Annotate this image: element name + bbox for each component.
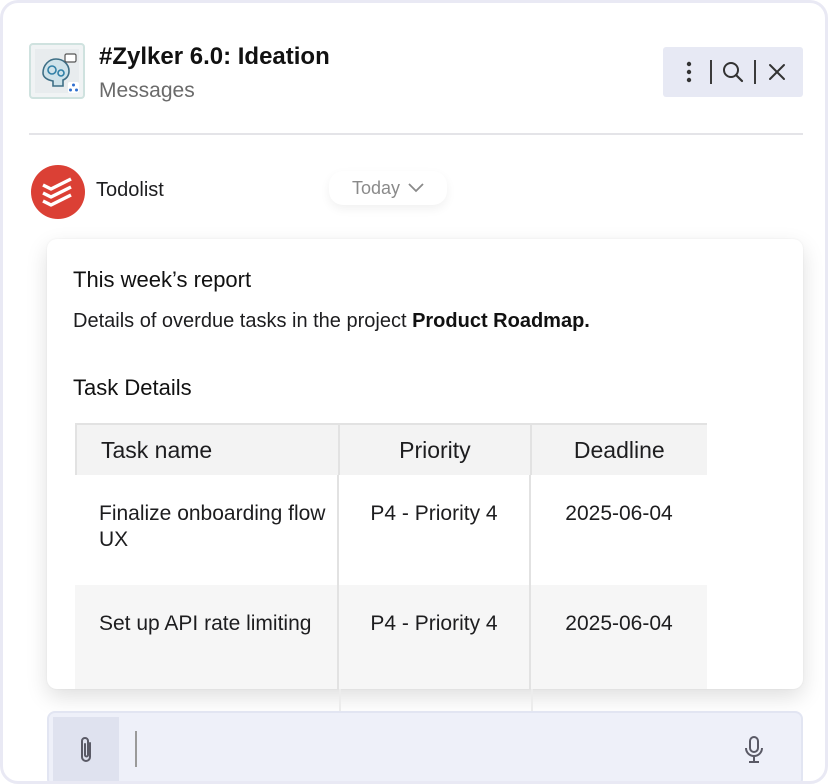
table-column-line: [531, 689, 533, 711]
card-title: This week’s report: [73, 267, 252, 292]
deadline-cell: 2025-06-04: [565, 502, 673, 525]
more-vertical-icon[interactable]: [677, 60, 701, 84]
chat-window: #Zylker 6.0: Ideation Messages Todolist: [0, 0, 828, 784]
header-actions: [663, 47, 803, 97]
header-divider: [29, 133, 803, 135]
header-deadline: Deadline: [573, 437, 665, 463]
channel-subtitle: Messages: [99, 79, 195, 102]
microphone-icon[interactable]: [739, 733, 769, 767]
report-card: This week’s report Details of overdue ta…: [47, 239, 803, 689]
message-input[interactable]: [135, 731, 715, 767]
section-title: Task Details: [73, 375, 192, 400]
chevron-down-icon: [408, 183, 424, 193]
header-priority: Priority: [340, 425, 532, 475]
table-row: Finalize onboarding flow UX P4 - Priorit…: [75, 475, 707, 585]
table-row: Set up API rate limiting P4 - Priority 4…: [75, 585, 707, 689]
action-separator: [754, 60, 756, 84]
card-description-text: Details of overdue tasks in the project: [73, 310, 413, 332]
task-name-cell: Finalize onboarding flow UX: [75, 475, 339, 585]
date-filter-pill[interactable]: Today: [329, 171, 447, 205]
sender-name[interactable]: Todolist: [96, 179, 164, 202]
close-icon[interactable]: [765, 60, 789, 84]
channel-header: #Zylker 6.0: Ideation Messages: [29, 41, 803, 105]
todoist-logo-icon: [42, 177, 72, 207]
priority-cell: P4 - Priority 4: [339, 475, 531, 585]
paperclip-icon[interactable]: [53, 717, 119, 781]
channel-title: #Zylker 6.0: Ideation: [99, 43, 330, 70]
priority-cell: P4 - Priority 4: [339, 585, 531, 689]
project-name: Product Roadmap.: [412, 310, 590, 332]
deadline-cell: 2025-06-04: [565, 612, 673, 635]
message-composer: [47, 711, 803, 781]
card-description: Details of overdue tasks in the project …: [73, 310, 590, 333]
task-name-cell: Set up API rate limiting: [75, 585, 339, 689]
todolist-avatar[interactable]: [31, 165, 85, 219]
task-table: Task name Priority Deadline Finalize onb…: [75, 423, 707, 689]
date-label: Today: [351, 177, 401, 198]
action-separator: [710, 60, 712, 84]
search-icon[interactable]: [721, 60, 745, 84]
brain-gears-icon: [29, 43, 85, 99]
header-task-name: Task name: [77, 425, 341, 475]
table-header-row: Task name Priority Deadline: [75, 423, 707, 475]
table-column-line: [339, 689, 341, 711]
